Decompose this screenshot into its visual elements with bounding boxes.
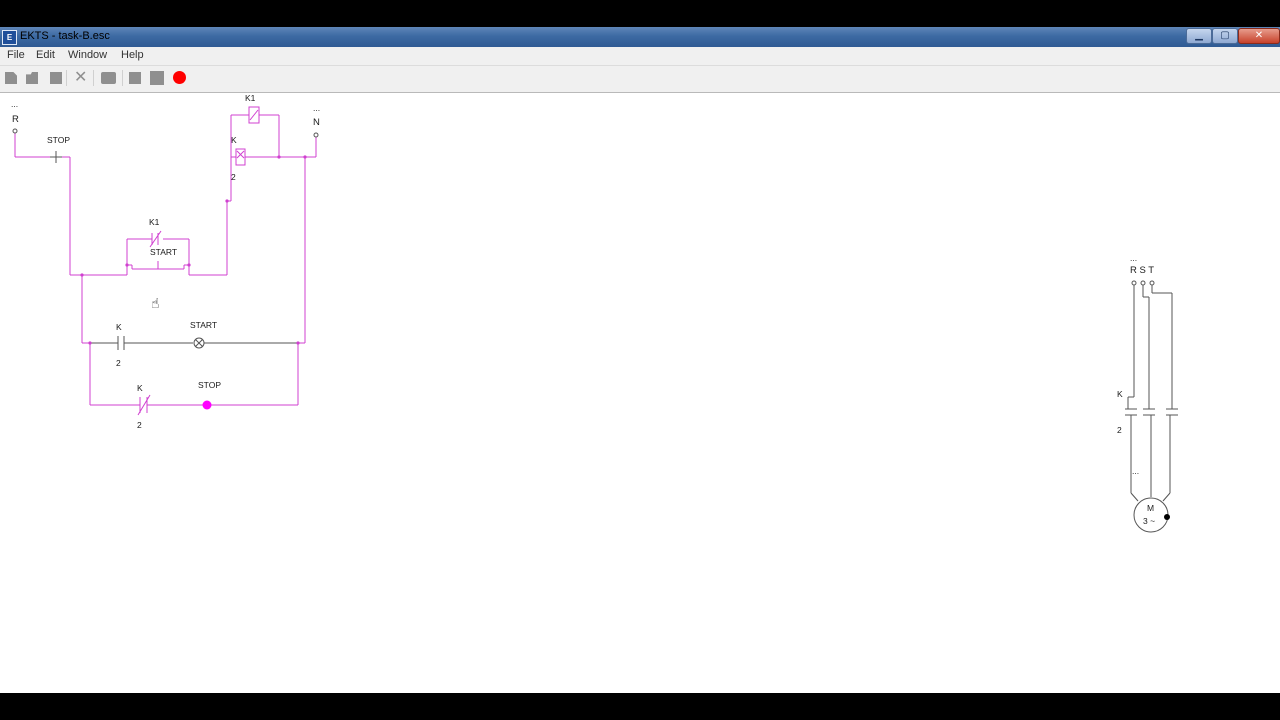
- open-folder-icon[interactable]: [26, 72, 38, 84]
- rst-phases-label: R S T: [1130, 265, 1155, 276]
- schematic-drawing: [12, 106, 1178, 533]
- coil-k-label: K: [231, 135, 237, 145]
- window-title: EKTS - task-B.esc: [20, 30, 110, 42]
- k-nc-contact-label: K: [137, 383, 143, 393]
- power-circuit: [1125, 280, 1178, 533]
- menu-window[interactable]: Window: [68, 49, 107, 61]
- toolbar-separator: [66, 70, 67, 86]
- ekts-app-icon[interactable]: E: [2, 30, 17, 45]
- hand-cursor-icon: ☝: [151, 296, 160, 312]
- menu-edit[interactable]: Edit: [36, 49, 55, 61]
- menu-help[interactable]: Help: [121, 49, 144, 61]
- record-icon[interactable]: [173, 71, 186, 84]
- junction-dots: [80, 155, 307, 345]
- start-lamp-label: START: [190, 320, 218, 330]
- motor-marker: [1164, 514, 1170, 520]
- stop-icon[interactable]: [150, 71, 164, 85]
- print-icon[interactable]: [101, 72, 116, 84]
- power-ellipsis-top: ...: [1130, 253, 1138, 263]
- k-nc-contact-number: 2: [137, 420, 142, 430]
- k-contact-label: K: [116, 322, 122, 332]
- ellipsis-left: ...: [11, 99, 19, 109]
- ellipsis-right: ...: [313, 103, 321, 113]
- contactor-k-number: 2: [1117, 425, 1122, 435]
- coil-k1-label: K1: [245, 93, 256, 103]
- title-bar[interactable]: E EKTS - task-B.esc ▁ ▢ ✕: [0, 27, 1280, 47]
- maximize-button[interactable]: ▢: [1212, 28, 1238, 44]
- stop-lamp-label: STOP: [198, 380, 221, 390]
- toolbar: ✕: [0, 66, 1280, 93]
- menu-file[interactable]: File: [7, 49, 25, 61]
- contactor-k-label: K: [1117, 389, 1123, 399]
- stop-lamp: [202, 400, 212, 410]
- motor-label: M: [1147, 503, 1155, 513]
- app-window: E EKTS - task-B.esc ▁ ▢ ✕ File Edit Wind…: [0, 27, 1280, 693]
- menu-bar: File Edit Window Help: [0, 47, 1280, 66]
- minimize-button[interactable]: ▁: [1186, 28, 1212, 44]
- step-icon[interactable]: [129, 72, 141, 84]
- save-icon[interactable]: [50, 72, 62, 84]
- phase-r-label: R: [12, 114, 19, 125]
- coil-k-number: 2: [231, 172, 236, 182]
- close-button[interactable]: ✕: [1238, 28, 1280, 44]
- start-button-label[interactable]: START: [150, 247, 177, 257]
- schematic-canvas[interactable]: ... R ... N STOP K1 K 2 K1 START ☝ K 2 S…: [0, 93, 1280, 693]
- motor-spec-label: 3 ~: [1143, 516, 1156, 526]
- k-contact-number: 2: [116, 358, 121, 368]
- toolbar-separator: [122, 70, 123, 86]
- neutral-n-label: N: [313, 117, 320, 128]
- new-file-icon[interactable]: [5, 72, 17, 84]
- k1-contact-label: K1: [149, 217, 160, 227]
- delete-icon[interactable]: ✕: [74, 70, 87, 86]
- control-wires: [14, 106, 317, 416]
- stop-button-label: STOP: [47, 135, 70, 145]
- power-ellipsis-mid: ...: [1132, 466, 1140, 476]
- toolbar-separator: [93, 70, 94, 86]
